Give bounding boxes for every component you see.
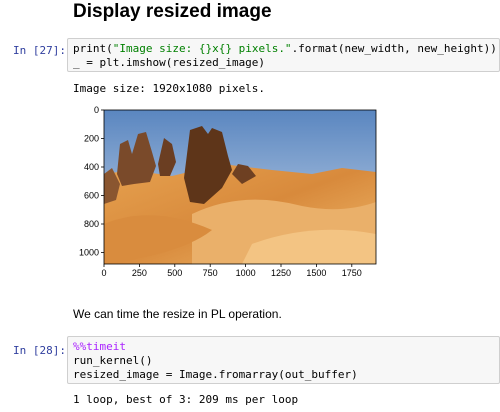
x-tick-label: 750 — [203, 268, 218, 278]
code-line: _ = plt.imshow(resized_image) — [73, 56, 266, 69]
y-tick-label: 0 — [94, 105, 99, 115]
x-tick-label: 250 — [132, 268, 147, 278]
cell-prompt-28: In [28]: — [13, 344, 66, 357]
y-axis: 0 200 400 600 800 1000 — [79, 105, 104, 258]
code-token: print( — [73, 42, 113, 55]
x-tick-label: 1500 — [306, 268, 326, 278]
x-tick-label: 1000 — [236, 268, 256, 278]
code-line: run_kernel() — [73, 354, 153, 367]
x-tick-label: 1750 — [342, 268, 362, 278]
string-literal: "Image size: {}x{} pixels." — [112, 42, 292, 55]
code-token: .format(new_width, new_height)) — [291, 42, 497, 55]
x-tick-label: 0 — [101, 268, 106, 278]
cell-output-27: Image size: 1920x1080 pixels. — [73, 82, 266, 95]
code-cell-27[interactable]: print("Image size: {}x{} pixels.".format… — [67, 38, 500, 72]
y-tick-label: 1000 — [79, 248, 99, 258]
section-heading: Display resized image — [73, 1, 272, 22]
code-line: resized_image = Image.fromarray(out_buff… — [73, 368, 358, 381]
cell-prompt-27: In [27]: — [13, 44, 66, 57]
markdown-text: We can time the resize in PL operation. — [73, 307, 282, 321]
desert-image — [104, 110, 376, 264]
code-cell-28[interactable]: %%timeit run_kernel() resized_image = Im… — [67, 336, 500, 384]
y-tick-label: 200 — [84, 134, 99, 144]
y-tick-label: 600 — [84, 191, 99, 201]
y-tick-label: 800 — [84, 219, 99, 229]
code-line: print("Image size: {}x{} pixels.".format… — [68, 42, 499, 56]
x-axis: 0 250 500 750 1000 1250 1500 1750 — [101, 264, 362, 278]
imshow-plot: 0 200 400 600 800 1000 0 250 500 750 100… — [79, 105, 377, 278]
x-tick-label: 500 — [167, 268, 182, 278]
cell-output-28: 1 loop, best of 3: 209 ms per loop — [73, 393, 299, 406]
code-line: %%timeit — [73, 340, 126, 353]
x-tick-label: 1250 — [271, 268, 291, 278]
y-tick-label: 400 — [84, 162, 99, 172]
